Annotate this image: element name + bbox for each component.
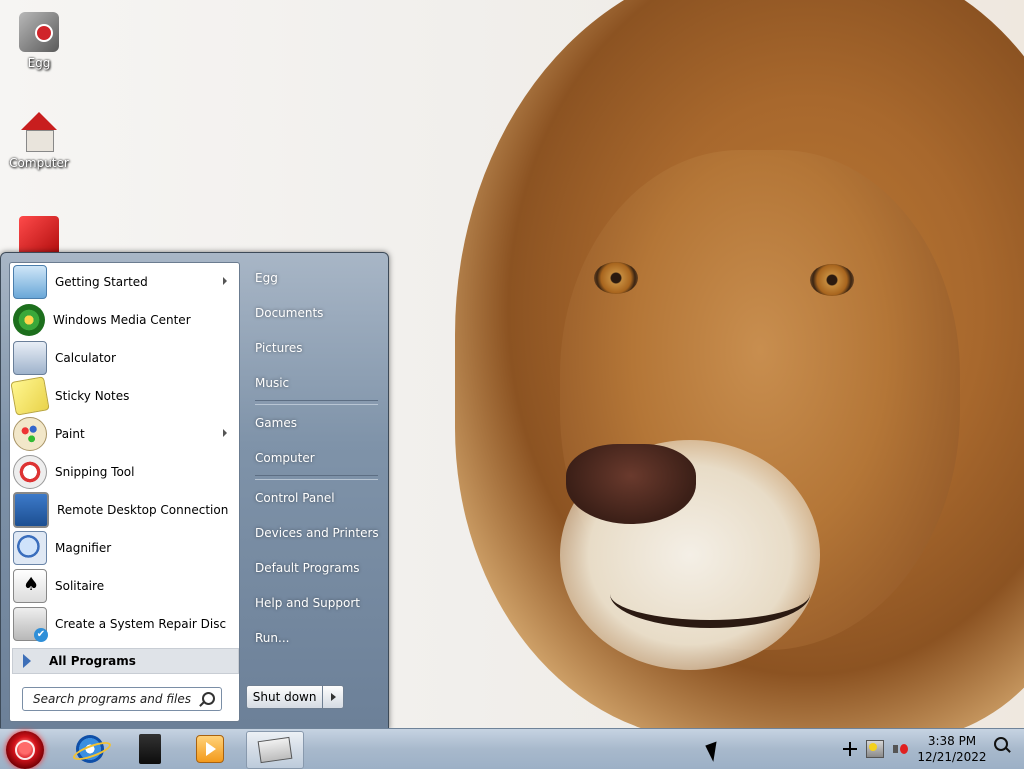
clock-date: 12/21/2022 (917, 750, 987, 764)
taskbar-playstation[interactable] (122, 731, 178, 767)
search-icon[interactable] (994, 737, 1008, 751)
shutdown-options-arrow-icon[interactable] (323, 685, 344, 709)
start-button[interactable] (6, 731, 44, 769)
place-run[interactable]: Run... (240, 620, 388, 655)
program-system-repair-disc[interactable]: Create a System Repair Disc (10, 605, 239, 643)
program-sticky-notes[interactable]: Sticky Notes (10, 376, 239, 416)
place-pictures[interactable]: Pictures (240, 330, 388, 365)
program-calculator[interactable]: Calculator (10, 339, 239, 377)
solitaire-icon (13, 569, 47, 603)
desktop-icon-label: Egg (27, 56, 51, 70)
internet-explorer-icon (76, 735, 104, 763)
place-help-and-support[interactable]: Help and Support (240, 585, 388, 620)
place-computer[interactable]: Computer (240, 440, 388, 475)
taskbar-game-app[interactable] (246, 731, 304, 769)
taskbar: 3:38 PM 12/21/2022 (0, 728, 1024, 769)
clock-time: 3:38 PM (927, 734, 977, 748)
system-tray (838, 729, 912, 769)
program-getting-started[interactable]: Getting Started (10, 263, 239, 301)
place-music[interactable]: Music (240, 365, 388, 400)
magnifier-icon (13, 531, 47, 565)
program-remote-desktop[interactable]: Remote Desktop Connection (10, 491, 239, 529)
clock[interactable]: 3:38 PM 12/21/2022 (914, 733, 990, 765)
desktop-icon-computer[interactable]: Computer (4, 112, 74, 170)
program-label: Getting Started (55, 275, 148, 289)
windows-media-center-icon (13, 304, 45, 336)
start-search-box[interactable] (22, 687, 222, 711)
program-label: Solitaire (55, 579, 105, 593)
desktop-icon-egg[interactable]: Egg (4, 12, 74, 70)
start-menu-programs-pane: Getting Started Windows Media Center Cal… (9, 262, 240, 722)
program-label: Snipping Tool (55, 465, 135, 479)
program-label: Windows Media Center (53, 313, 191, 327)
arrow-right-icon (23, 654, 31, 668)
desktop-icon-label: Computer (9, 156, 69, 170)
search-icon[interactable] (202, 692, 215, 705)
program-windows-media-center[interactable]: Windows Media Center (10, 301, 239, 339)
lion-eye-right (810, 264, 854, 296)
submenu-arrow-icon[interactable] (223, 277, 227, 285)
repair-disc-icon (13, 607, 48, 642)
calculator-icon (13, 341, 47, 375)
program-label: Calculator (55, 351, 116, 365)
plus-icon[interactable] (842, 741, 858, 757)
program-list: Getting Started Windows Media Center Cal… (10, 263, 239, 643)
snipping-tool-icon (13, 455, 47, 489)
all-programs-label: All Programs (49, 654, 136, 668)
lion-nose (566, 444, 696, 524)
paint-icon (13, 417, 47, 451)
start-menu: Getting Started Windows Media Center Cal… (0, 252, 389, 730)
place-devices-and-printers[interactable]: Devices and Printers (240, 515, 388, 550)
program-label: Magnifier (55, 541, 112, 555)
search-input[interactable] (31, 691, 205, 707)
program-solitaire[interactable]: Solitaire (10, 567, 239, 605)
place-documents[interactable]: Documents (240, 295, 388, 330)
all-programs-button[interactable]: All Programs (12, 648, 239, 674)
red-app-icon (19, 216, 59, 256)
taskbar-internet-explorer[interactable] (62, 731, 118, 767)
shutdown-control: Shut down (246, 685, 344, 709)
lion-mouth (610, 560, 810, 628)
place-control-panel[interactable]: Control Panel (240, 480, 388, 515)
media-player-icon (196, 735, 224, 763)
program-snipping-tool[interactable]: Snipping Tool (10, 453, 239, 491)
program-paint[interactable]: Paint (10, 415, 239, 453)
submenu-arrow-icon[interactable] (223, 429, 227, 437)
program-magnifier[interactable]: Magnifier (10, 529, 239, 567)
shutdown-button[interactable]: Shut down (246, 685, 324, 709)
network-icon[interactable] (866, 740, 884, 758)
program-label: Sticky Notes (55, 389, 130, 403)
game-app-icon (257, 736, 293, 764)
playstation-icon (139, 734, 161, 764)
remote-desktop-icon (13, 492, 49, 528)
place-games[interactable]: Games (240, 405, 388, 440)
sticky-notes-icon (10, 376, 50, 416)
computer-icon (19, 112, 59, 152)
volume-muted-icon[interactable] (892, 741, 908, 757)
start-menu-places-pane: Egg Documents Pictures Music Games Compu… (240, 253, 388, 729)
program-label: Paint (55, 427, 85, 441)
program-label: Create a System Repair Disc (55, 617, 227, 631)
taskbar-media-player[interactable] (182, 731, 238, 767)
program-label: Remote Desktop Connection (57, 503, 229, 517)
lion-eye-left (594, 262, 638, 294)
egg-app-icon (19, 12, 59, 52)
place-default-programs[interactable]: Default Programs (240, 550, 388, 585)
place-egg[interactable]: Egg (240, 260, 388, 295)
getting-started-icon (13, 265, 47, 299)
